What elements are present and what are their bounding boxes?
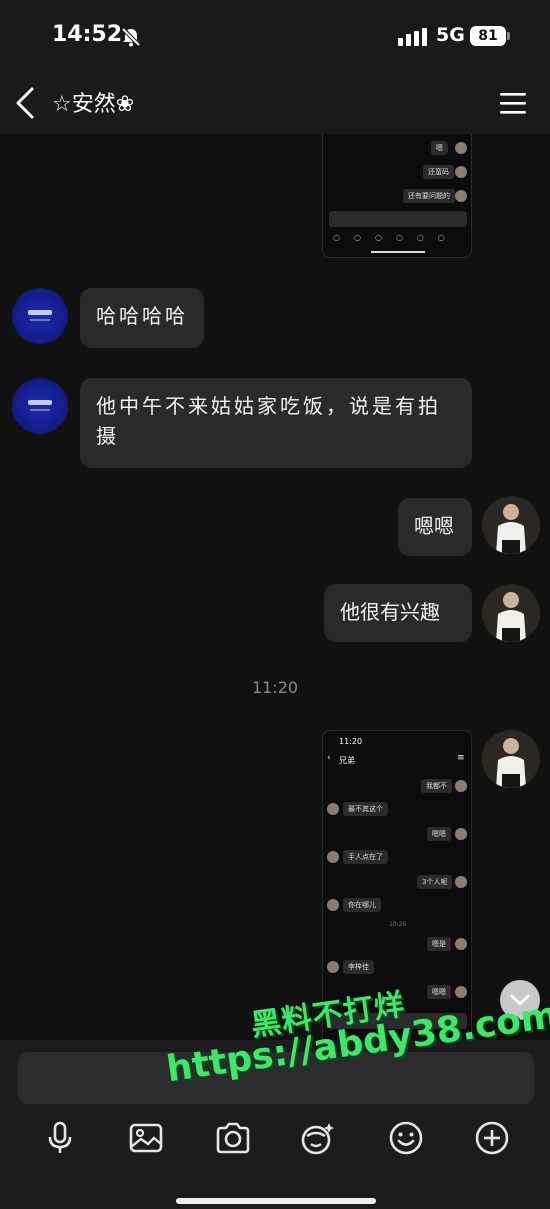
thumb-row: 李梓佳: [343, 960, 374, 974]
self-avatar[interactable]: [482, 730, 540, 788]
message-bubble[interactable]: 哈哈哈哈: [80, 288, 204, 348]
shared-screenshot-image[interactable]: 嗯 还蛮码 还有要问题的 ○○○○○○: [322, 134, 472, 258]
message-bubble-self[interactable]: 嗯嗯: [398, 498, 472, 556]
status-time: 14:52: [52, 22, 123, 47]
self-avatar[interactable]: [482, 584, 540, 642]
thumb-stamp: 10:25: [389, 921, 407, 928]
thumb-avatar: [455, 986, 467, 998]
thumb-avatar: [327, 899, 339, 911]
thumb-avatar: [455, 190, 467, 202]
thumb-avatar: [327, 961, 339, 973]
thumb-row: 还蛮码: [423, 165, 454, 179]
thumb-row: 最不其这个: [343, 802, 388, 816]
thumb-avatar: [455, 780, 467, 792]
thumb-avatar: [327, 851, 339, 863]
thumb-avatar: [455, 166, 467, 178]
battery-icon: 81: [470, 26, 506, 46]
contact-avatar[interactable]: [12, 378, 68, 434]
sticker-icon[interactable]: [300, 1120, 336, 1156]
battery-tip: [507, 32, 510, 40]
thumb-row: 3个人呢: [417, 875, 453, 889]
thumb-row: 嗯嗯: [427, 985, 451, 999]
image-icon[interactable]: [128, 1120, 164, 1156]
self-avatar[interactable]: [482, 496, 540, 554]
thumb-avatar: [455, 938, 467, 950]
emoji-icon[interactable]: [388, 1120, 424, 1156]
back-chevron-icon[interactable]: [12, 86, 38, 124]
thumb-avatar: [455, 828, 467, 840]
thumb-avatar: [455, 876, 467, 888]
chat-area[interactable]: 嗯 还蛮码 还有要问题的 ○○○○○○ 哈哈哈哈 他中午不来姑姑家吃饭，说是有拍…: [0, 134, 550, 1040]
bell-muted-icon: [120, 26, 142, 52]
thumb-back: ‹: [327, 753, 331, 763]
contact-avatar[interactable]: [12, 288, 68, 344]
thumb-home-bar: [371, 251, 425, 253]
thumb-toolbar: ○○○○○○: [333, 233, 459, 242]
thumb-time: 11:20: [339, 737, 363, 746]
microphone-icon[interactable]: [42, 1120, 78, 1156]
camera-icon[interactable]: [215, 1120, 251, 1156]
thumb-row: 你在哪儿: [343, 898, 381, 912]
nav-bar: ☆安然❀: [0, 72, 550, 134]
thumb-title: 兄弟: [339, 756, 355, 765]
thumb-avatar: [455, 142, 467, 154]
thumb-row: 手人点在了: [343, 850, 388, 864]
thumb-row: 嗯嗯: [427, 827, 451, 841]
message-bubble-self[interactable]: 他很有兴趣: [324, 584, 472, 642]
thumb-row: 嗯: [431, 141, 448, 155]
network-label: 5G: [436, 24, 465, 46]
menu-icon[interactable]: [498, 90, 528, 120]
thumb-input: [329, 211, 467, 227]
message-timestamp: 11:20: [251, 678, 299, 697]
signal-icon: [398, 28, 428, 50]
status-bar: 14:52 5G 81: [0, 0, 550, 72]
message-bubble[interactable]: 他中午不来姑姑家吃饭，说是有拍摄: [80, 378, 472, 468]
home-indicator: [176, 1198, 376, 1204]
thumb-row: 还有要问题的: [403, 189, 455, 203]
thumb-row: 我都不: [421, 779, 452, 793]
chat-title: ☆安然❀: [52, 92, 135, 117]
thumb-avatar: [327, 803, 339, 815]
thumb-menu: ≡: [457, 753, 465, 763]
plus-icon[interactable]: [474, 1120, 510, 1156]
thumb-row: 嗯是: [427, 937, 451, 951]
